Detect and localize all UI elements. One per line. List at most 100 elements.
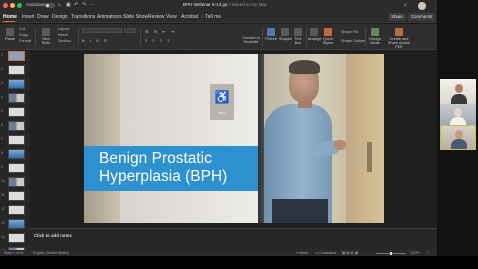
adobe-pdf-button[interactable]: Create and Share Adobe PDF — [386, 28, 412, 49]
tab-acrobat[interactable]: Acrobat — [181, 14, 198, 20]
tab-view[interactable]: View — [166, 14, 177, 20]
font-style-buttons[interactable]: B I U S — [82, 38, 109, 43]
copy-button[interactable]: Copy — [19, 33, 28, 37]
align-buttons[interactable]: ≡ ≡ ≡ ≡ — [145, 38, 172, 43]
ribbon-separator — [365, 27, 366, 46]
language-status[interactable]: English (United States) — [33, 251, 69, 255]
format-painter-button[interactable]: Format — [19, 39, 31, 43]
shapes-label: Shapes — [279, 37, 292, 41]
slide-thumbnail[interactable]: 8 — [0, 148, 30, 162]
user-avatar[interactable] — [418, 2, 426, 10]
slide-thumbnail[interactable]: 2 — [0, 64, 30, 78]
slide-thumbnail[interactable]: 11 — [0, 190, 30, 204]
arrange-button[interactable]: Arrange — [308, 28, 322, 41]
slide-thumbnail[interactable]: 6 — [0, 120, 30, 134]
fit-slide-icon[interactable]: ⤢ — [426, 251, 429, 255]
maximize-window-button[interactable] — [17, 3, 22, 8]
shape-outline-button[interactable]: Shape Outline — [341, 39, 365, 43]
shape-fill-button[interactable]: Shape Fill — [341, 30, 358, 34]
design-ideas-button[interactable]: Design Ideas — [368, 28, 382, 45]
tab-draw[interactable]: Draw — [37, 14, 49, 20]
slide-thumbnail[interactable]: 5 — [0, 106, 30, 120]
slide-thumbnail[interactable]: 9 — [0, 162, 30, 176]
thumbnail-image — [8, 177, 25, 187]
font-name-field[interactable] — [82, 28, 122, 33]
tab-insert[interactable]: Insert — [22, 14, 35, 20]
participant-video[interactable] — [440, 79, 476, 104]
undo-icon[interactable]: ↶ — [74, 2, 78, 8]
thumbnail-number: 2 — [1, 67, 3, 71]
view-buttons[interactable]: ▦ ▤ ▥ ▣ — [342, 251, 358, 255]
ribbon-separator — [78, 27, 79, 46]
arrange-label: Arrange — [308, 37, 322, 41]
reset-button[interactable]: Reset — [58, 33, 68, 37]
minimize-window-button[interactable] — [10, 3, 15, 8]
text-box-button[interactable]: Text Box — [292, 28, 304, 45]
search-icon[interactable]: ⌕ — [404, 2, 407, 8]
comments-button[interactable]: Comments — [408, 13, 435, 21]
slide-thumbnail[interactable]: 3 — [0, 78, 30, 92]
tab-animations[interactable]: Animations — [97, 14, 122, 20]
slide-thumbnail[interactable]: 12 — [0, 204, 30, 218]
slide-title-box[interactable]: Benign Prostatic Hyperplasia (BPH) — [84, 146, 258, 191]
share-button[interactable]: Share — [388, 13, 406, 21]
comments-label: Comments — [410, 14, 433, 19]
slide-thumbnail-pane: 1 2 3 4 5 6 7 8 9 10 11 12 13 14 15 — [0, 50, 30, 255]
thumbnail-number: 12 — [1, 207, 5, 211]
comments-toggle[interactable]: ▭ Comments — [315, 251, 336, 255]
save-icon[interactable]: ▣ — [66, 2, 71, 8]
thumbnail-number: 8 — [1, 151, 3, 155]
slide-thumbnail[interactable]: 7 — [0, 134, 30, 148]
arrange-icon — [310, 28, 318, 36]
tab-transitions[interactable]: Transitions — [71, 14, 95, 20]
restroom-sign: ♿ MEN — [210, 84, 234, 120]
design-ideas-icon — [371, 28, 379, 36]
participant-video-active[interactable] — [440, 125, 476, 150]
thumbnail-image — [8, 149, 25, 159]
convert-smartart-label: Convert to SmartArt — [242, 36, 260, 44]
slide-thumbnail[interactable]: 10 — [0, 176, 30, 190]
convert-smartart-button[interactable]: Convert to SmartArt — [240, 36, 262, 44]
paste-label: Paste — [5, 37, 15, 41]
thumbnail-image — [8, 107, 25, 117]
title-bar: AutoSave ⌂ ▣ ↶ ↷ ⋯ BPH Webinar 8-14.pp •… — [0, 0, 437, 12]
slide-title: Benign Prostatic Hyperplasia (BPH) — [99, 150, 228, 185]
zoom-level[interactable]: 102% — [410, 251, 419, 255]
tab-home[interactable]: Home — [3, 14, 17, 20]
man-hair — [289, 60, 320, 74]
zoom-slider-knob[interactable] — [390, 252, 392, 255]
layout-button[interactable]: Layout — [58, 27, 69, 31]
shapes-button[interactable]: Shapes — [279, 28, 292, 41]
new-slide-button[interactable]: New Slide — [38, 28, 54, 45]
paste-button[interactable]: Paste — [3, 28, 17, 41]
notes-toggle[interactable]: ≡ Notes — [296, 251, 308, 255]
tab-design[interactable]: Design — [52, 14, 68, 20]
font-size-field[interactable] — [124, 28, 136, 33]
close-window-button[interactable] — [3, 3, 8, 8]
current-slide[interactable]: ♿ MEN Benign Prostatic Hyperplasia (BPH) — [84, 54, 384, 223]
redo-icon[interactable]: ↷ — [82, 2, 86, 8]
slide-photo-door-frame — [346, 54, 384, 223]
slide-thumbnail[interactable]: 14 — [0, 232, 30, 246]
autosave-toggle[interactable] — [45, 3, 55, 8]
slide-position: Slide 1 of 40 — [4, 251, 24, 255]
picture-icon — [267, 28, 275, 36]
tab-slide-show[interactable]: Slide Show — [123, 14, 148, 20]
participant-body — [451, 139, 467, 149]
picture-button[interactable]: Picture — [265, 28, 277, 41]
section-button[interactable]: Section — [58, 39, 71, 43]
slide-thumbnail[interactable]: 1 — [0, 50, 30, 64]
man-hand — [334, 140, 346, 150]
tab-review[interactable]: Review — [148, 14, 164, 20]
quick-styles-button[interactable]: Quick Styles — [322, 28, 334, 45]
more-icon[interactable]: ⋯ — [90, 2, 95, 8]
comments-status-label: Comments — [319, 251, 337, 255]
thumbnail-image — [8, 121, 25, 131]
slide-thumbnail[interactable]: 4 — [0, 92, 30, 106]
slide-thumbnail[interactable]: 13 — [0, 218, 30, 232]
notes-pane[interactable]: Click to add notes — [30, 228, 437, 250]
home-icon[interactable]: ⌂ — [58, 2, 61, 8]
cut-button[interactable]: Cut — [19, 27, 25, 31]
list-buttons[interactable]: ☰ ☷ ⇤ ⇥ — [145, 29, 176, 34]
tab-tell-me[interactable]: ◌ Tell me — [201, 14, 221, 20]
